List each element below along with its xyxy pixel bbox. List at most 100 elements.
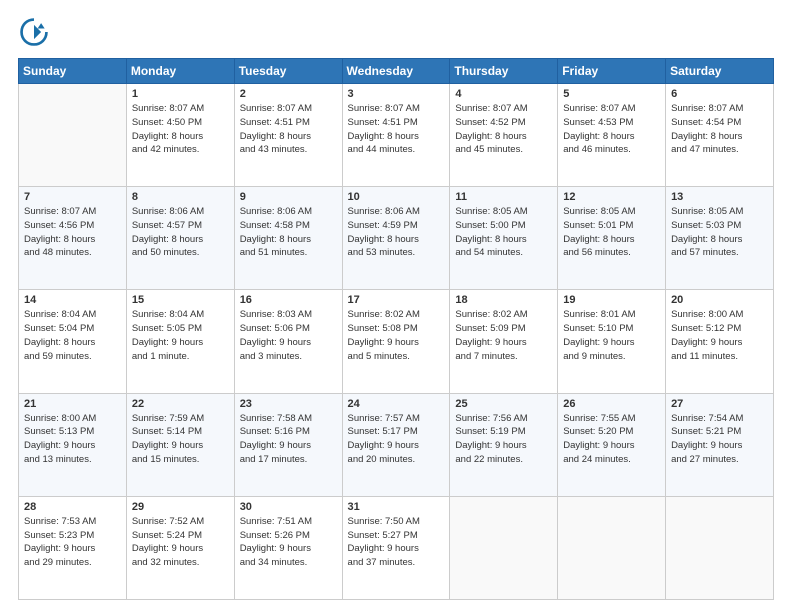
calendar-cell: 11Sunrise: 8:05 AMSunset: 5:00 PMDayligh… (450, 187, 558, 290)
calendar-week-row: 7 Sunrise: 8:07 AMSunset: 4:56 PMDaylight… (19, 187, 774, 290)
calendar-cell: 25Sunrise: 7:56 AMSunset: 5:19 PMDayligh… (450, 393, 558, 496)
day-info: Sunrise: 8:01 AMSunset: 5:10 PMDaylight:… (563, 308, 660, 363)
day-number: 7 (24, 191, 121, 203)
page: SundayMondayTuesdayWednesdayThursdayFrid… (0, 0, 792, 612)
calendar-week-row: 1 Sunrise: 8:07 AMSunset: 4:50 PMDaylight… (19, 84, 774, 187)
calendar-cell: 2 Sunrise: 8:07 AMSunset: 4:51 PMDaylight… (234, 84, 342, 187)
calendar-cell: 15 Sunrise: 8:04 AMSunset: 5:05 PMDayligh… (126, 290, 234, 393)
calendar-cell (558, 496, 666, 599)
calendar-cell: 5 Sunrise: 8:07 AMSunset: 4:53 PMDaylight… (558, 84, 666, 187)
day-info: Sunrise: 8:04 AMSunset: 5:05 PMDaylight:… (132, 308, 229, 363)
day-info: Sunrise: 8:07 AMSunset: 4:53 PMDaylight:… (563, 102, 660, 157)
calendar-week-row: 14 Sunrise: 8:04 AMSunset: 5:04 PMDayligh… (19, 290, 774, 393)
day-number: 4 (455, 88, 552, 100)
calendar-cell: 16 Sunrise: 8:03 AMSunset: 5:06 PMDayligh… (234, 290, 342, 393)
day-number: 8 (132, 191, 229, 203)
logo (18, 16, 54, 48)
day-number: 1 (132, 88, 229, 100)
day-number: 30 (240, 501, 337, 513)
day-number: 19 (563, 294, 660, 306)
calendar-cell: 28 Sunrise: 7:53 AMSunset: 5:23 PMDayligh… (19, 496, 127, 599)
day-number: 10 (348, 191, 445, 203)
calendar-cell (19, 84, 127, 187)
day-info: Sunrise: 8:02 AMSunset: 5:08 PMDaylight:… (348, 308, 445, 363)
calendar-cell: 12 Sunrise: 8:05 AMSunset: 5:01 PMDayligh… (558, 187, 666, 290)
weekday-header: Tuesday (234, 59, 342, 84)
calendar-header-row: SundayMondayTuesdayWednesdayThursdayFrid… (19, 59, 774, 84)
day-number: 18 (455, 294, 552, 306)
day-info: Sunrise: 8:05 AMSunset: 5:03 PMDaylight:… (671, 205, 768, 260)
calendar-cell: 1 Sunrise: 8:07 AMSunset: 4:50 PMDaylight… (126, 84, 234, 187)
day-info: Sunrise: 7:53 AMSunset: 5:23 PMDaylight:… (24, 515, 121, 570)
day-number: 12 (563, 191, 660, 203)
calendar-cell: 17 Sunrise: 8:02 AMSunset: 5:08 PMDayligh… (342, 290, 450, 393)
day-info: Sunrise: 7:59 AMSunset: 5:14 PMDaylight:… (132, 412, 229, 467)
day-number: 14 (24, 294, 121, 306)
day-number: 17 (348, 294, 445, 306)
calendar-cell (666, 496, 774, 599)
day-info: Sunrise: 7:55 AMSunset: 5:20 PMDaylight:… (563, 412, 660, 467)
weekday-header: Friday (558, 59, 666, 84)
day-number: 31 (348, 501, 445, 513)
day-number: 2 (240, 88, 337, 100)
day-info: Sunrise: 8:04 AMSunset: 5:04 PMDaylight:… (24, 308, 121, 363)
calendar-cell: 20 Sunrise: 8:00 AMSunset: 5:12 PMDayligh… (666, 290, 774, 393)
day-info: Sunrise: 8:05 AMSunset: 5:01 PMDaylight:… (563, 205, 660, 260)
calendar-cell: 29Sunrise: 7:52 AMSunset: 5:24 PMDayligh… (126, 496, 234, 599)
day-number: 11 (455, 191, 552, 203)
day-info: Sunrise: 7:58 AMSunset: 5:16 PMDaylight:… (240, 412, 337, 467)
calendar-cell (450, 496, 558, 599)
day-info: Sunrise: 8:00 AMSunset: 5:12 PMDaylight:… (671, 308, 768, 363)
day-info: Sunrise: 7:50 AMSunset: 5:27 PMDaylight:… (348, 515, 445, 570)
day-info: Sunrise: 8:07 AMSunset: 4:50 PMDaylight:… (132, 102, 229, 157)
day-number: 20 (671, 294, 768, 306)
calendar-table: SundayMondayTuesdayWednesdayThursdayFrid… (18, 58, 774, 600)
calendar-cell: 19 Sunrise: 8:01 AMSunset: 5:10 PMDayligh… (558, 290, 666, 393)
logo-icon (18, 16, 50, 48)
day-info: Sunrise: 8:03 AMSunset: 5:06 PMDaylight:… (240, 308, 337, 363)
day-number: 27 (671, 398, 768, 410)
day-number: 3 (348, 88, 445, 100)
calendar-cell: 26Sunrise: 7:55 AMSunset: 5:20 PMDayligh… (558, 393, 666, 496)
day-number: 5 (563, 88, 660, 100)
day-info: Sunrise: 7:51 AMSunset: 5:26 PMDaylight:… (240, 515, 337, 570)
calendar-cell: 7 Sunrise: 8:07 AMSunset: 4:56 PMDaylight… (19, 187, 127, 290)
day-info: Sunrise: 8:06 AMSunset: 4:57 PMDaylight:… (132, 205, 229, 260)
day-number: 9 (240, 191, 337, 203)
day-number: 24 (348, 398, 445, 410)
day-number: 28 (24, 501, 121, 513)
day-number: 15 (132, 294, 229, 306)
calendar-cell: 4 Sunrise: 8:07 AMSunset: 4:52 PMDaylight… (450, 84, 558, 187)
calendar-cell: 24 Sunrise: 7:57 AMSunset: 5:17 PMDayligh… (342, 393, 450, 496)
header (18, 16, 774, 48)
day-info: Sunrise: 8:06 AMSunset: 4:59 PMDaylight:… (348, 205, 445, 260)
weekday-header: Monday (126, 59, 234, 84)
calendar-week-row: 28 Sunrise: 7:53 AMSunset: 5:23 PMDayligh… (19, 496, 774, 599)
day-number: 21 (24, 398, 121, 410)
day-info: Sunrise: 8:07 AMSunset: 4:51 PMDaylight:… (240, 102, 337, 157)
weekday-header: Sunday (19, 59, 127, 84)
day-info: Sunrise: 8:07 AMSunset: 4:51 PMDaylight:… (348, 102, 445, 157)
weekday-header: Thursday (450, 59, 558, 84)
day-number: 6 (671, 88, 768, 100)
day-number: 29 (132, 501, 229, 513)
calendar-cell: 6 Sunrise: 8:07 AMSunset: 4:54 PMDaylight… (666, 84, 774, 187)
calendar-cell: 30 Sunrise: 7:51 AMSunset: 5:26 PMDayligh… (234, 496, 342, 599)
day-info: Sunrise: 8:07 AMSunset: 4:52 PMDaylight:… (455, 102, 552, 157)
weekday-header: Saturday (666, 59, 774, 84)
day-number: 23 (240, 398, 337, 410)
day-info: Sunrise: 8:07 AMSunset: 4:56 PMDaylight:… (24, 205, 121, 260)
calendar-cell: 18Sunrise: 8:02 AMSunset: 5:09 PMDayligh… (450, 290, 558, 393)
day-info: Sunrise: 8:06 AMSunset: 4:58 PMDaylight:… (240, 205, 337, 260)
calendar-cell: 8 Sunrise: 8:06 AMSunset: 4:57 PMDaylight… (126, 187, 234, 290)
calendar-cell: 13Sunrise: 8:05 AMSunset: 5:03 PMDayligh… (666, 187, 774, 290)
calendar-cell: 14 Sunrise: 8:04 AMSunset: 5:04 PMDayligh… (19, 290, 127, 393)
calendar-cell: 10 Sunrise: 8:06 AMSunset: 4:59 PMDayligh… (342, 187, 450, 290)
calendar-cell: 23 Sunrise: 7:58 AMSunset: 5:16 PMDayligh… (234, 393, 342, 496)
day-info: Sunrise: 7:54 AMSunset: 5:21 PMDaylight:… (671, 412, 768, 467)
day-number: 16 (240, 294, 337, 306)
day-number: 22 (132, 398, 229, 410)
calendar-cell: 21Sunrise: 8:00 AMSunset: 5:13 PMDayligh… (19, 393, 127, 496)
day-info: Sunrise: 8:07 AMSunset: 4:54 PMDaylight:… (671, 102, 768, 157)
day-info: Sunrise: 7:57 AMSunset: 5:17 PMDaylight:… (348, 412, 445, 467)
